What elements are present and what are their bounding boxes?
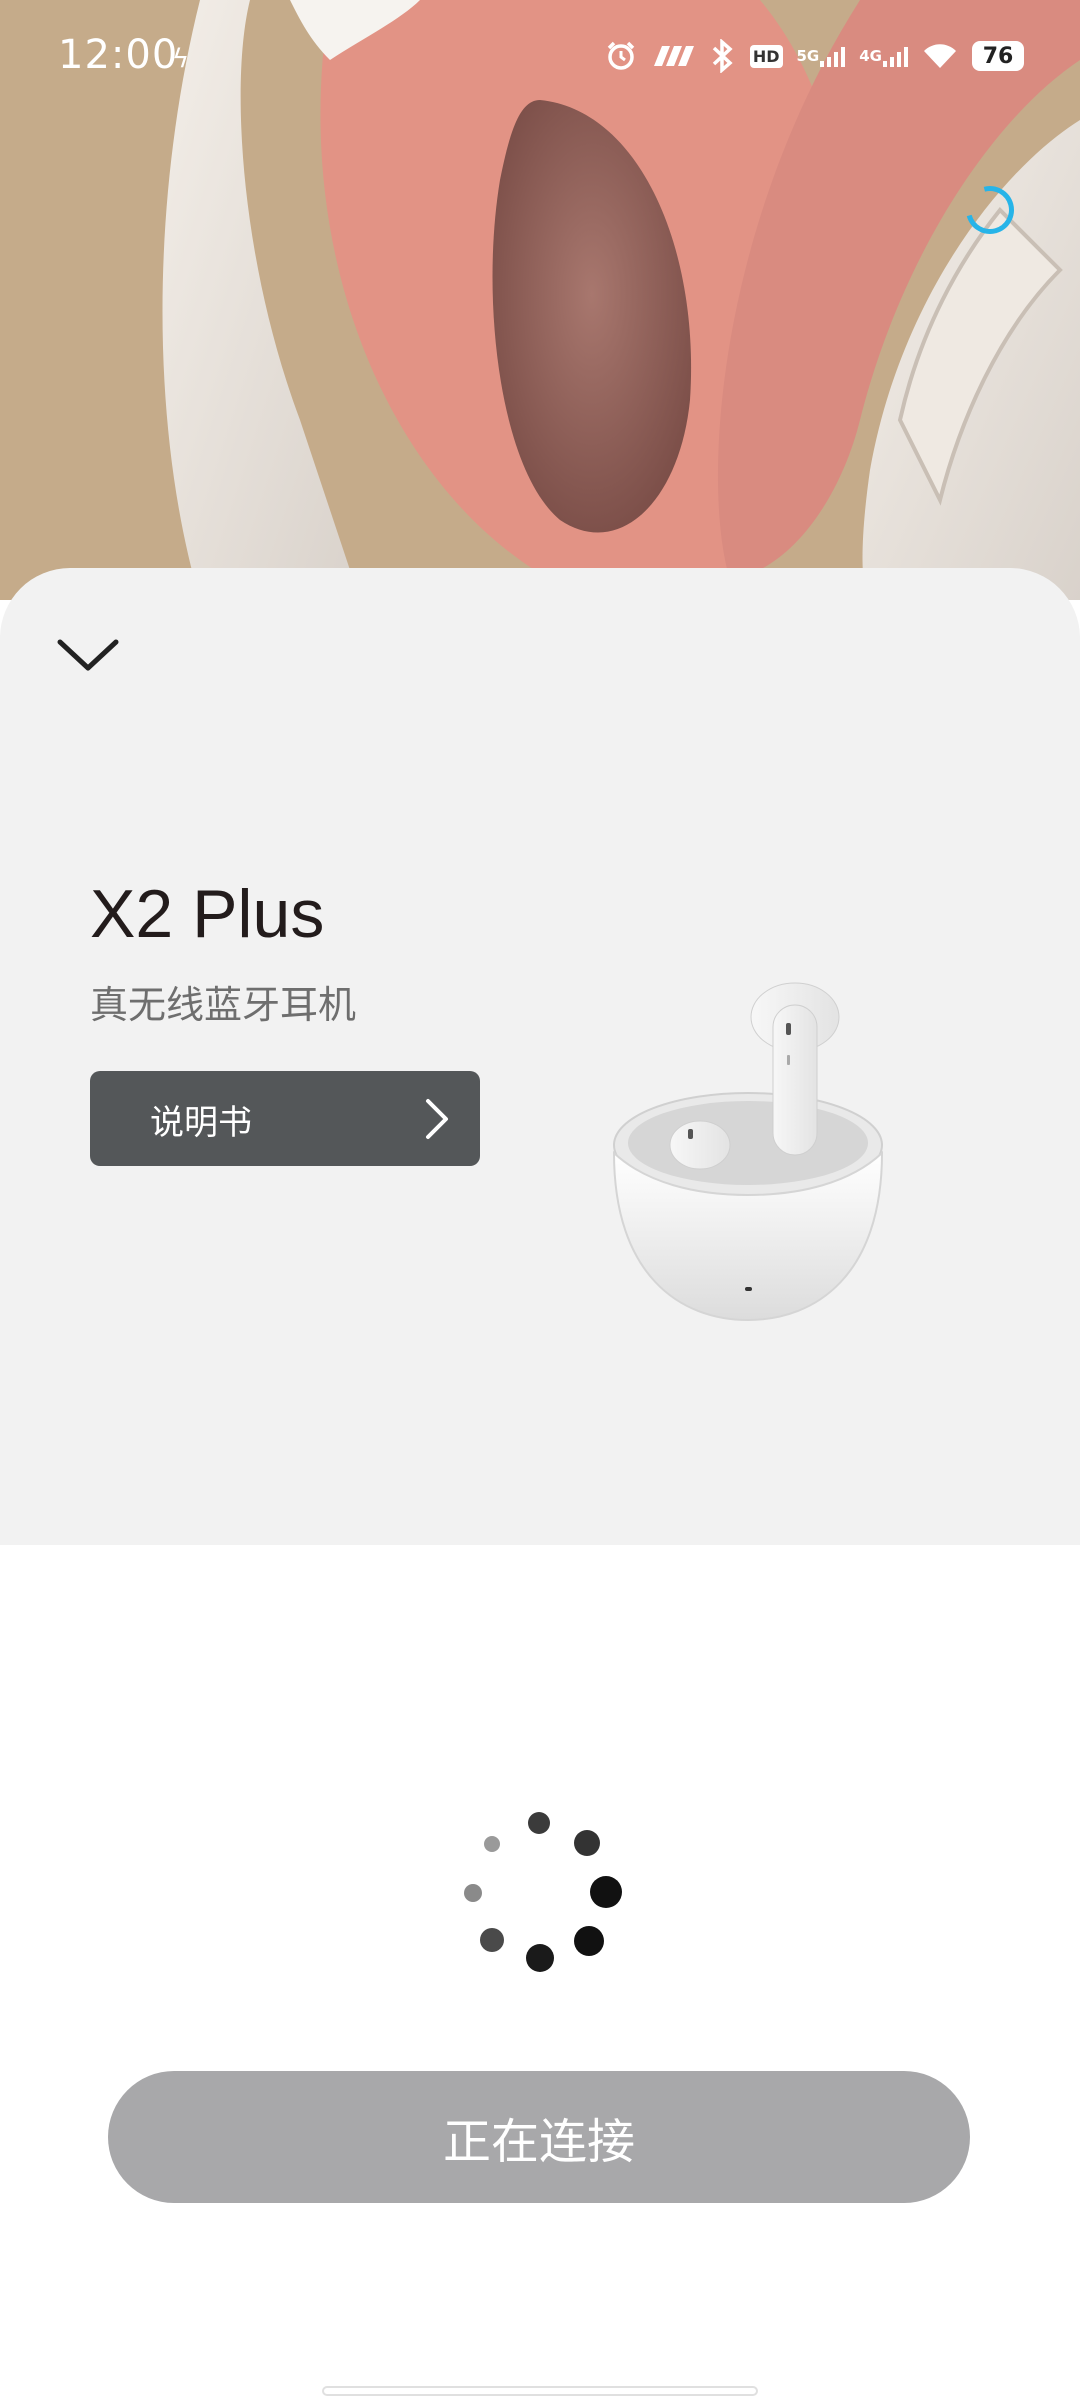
status-time: 12:00	[58, 32, 179, 78]
loading-dot	[484, 1836, 500, 1852]
loading-dot	[464, 1884, 482, 1902]
signal-4g-icon: 4G	[859, 45, 908, 67]
status-icons: HD 5G 4G 76	[606, 36, 1024, 76]
loading-dot	[526, 1944, 554, 1972]
loading-dot	[574, 1830, 600, 1856]
status-bar: 12:00 ϟ HD 5G 4G 76	[0, 0, 1080, 116]
signal-5g-icon: 5G	[797, 45, 846, 67]
hd-icon: HD	[749, 44, 783, 68]
alarm-icon	[606, 41, 636, 71]
loading-dot	[590, 1876, 622, 1908]
earbuds-product-image	[590, 975, 910, 1345]
loading-dot	[480, 1928, 504, 1952]
home-indicator[interactable]	[322, 2386, 758, 2396]
loading-dot	[574, 1926, 604, 1956]
nfc-icon	[650, 44, 696, 68]
manual-button[interactable]: 说明书	[90, 1071, 480, 1166]
connecting-button[interactable]: 正在连接	[108, 2071, 970, 2203]
device-description: 真无线蓝牙耳机	[90, 983, 357, 1027]
wifi-icon	[922, 42, 958, 70]
bluetooth-icon	[710, 39, 736, 73]
device-card	[0, 568, 1080, 1545]
lightning-icon: ϟ	[172, 44, 190, 74]
manual-button-label: 说明书	[150, 1103, 252, 1143]
loading-dot	[528, 1812, 550, 1834]
device-name: X2 Plus	[90, 876, 325, 952]
loading-dots-icon	[460, 1808, 622, 1972]
collapse-chevron-down-icon[interactable]	[56, 630, 120, 680]
battery-icon: 76	[972, 41, 1024, 71]
chevron-right-icon	[424, 1097, 450, 1145]
